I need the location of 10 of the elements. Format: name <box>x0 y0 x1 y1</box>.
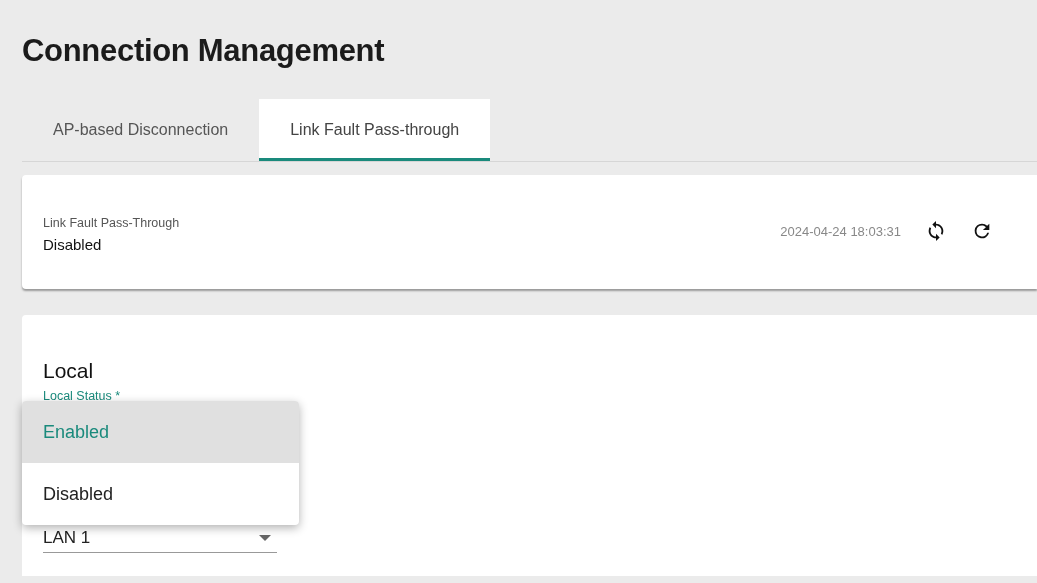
section-heading: Local <box>43 359 95 383</box>
field-value: Disabled <box>43 235 103 253</box>
page-title: Connection Management <box>22 33 386 69</box>
field-label: Local Status * <box>43 389 122 403</box>
tab[interactable]: AP-based Disconnection <box>22 99 260 161</box>
timestamp: 2024-04-24 18:03:31 <box>780 223 901 239</box>
tab[interactable]: Link Fault Pass-through <box>259 99 491 161</box>
caret-icon <box>259 534 271 541</box>
field-label: Link Fault Pass-Through <box>43 215 180 230</box>
select-value: LAN 1 <box>43 527 91 548</box>
